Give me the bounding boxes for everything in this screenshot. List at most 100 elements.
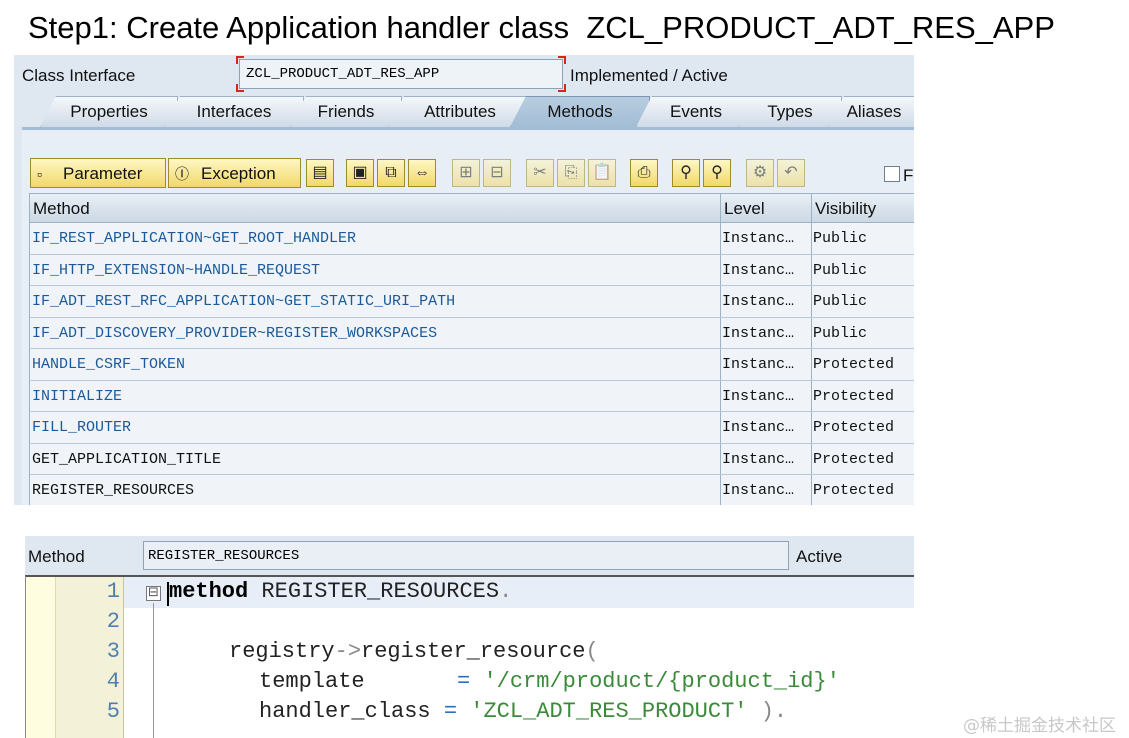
method-name[interactable]: HANDLE_CSRF_TOKEN <box>32 356 185 373</box>
method-name[interactable]: IF_ADT_DISCOVERY_PROVIDER~REGISTER_WORKS… <box>32 325 437 342</box>
method-name[interactable]: IF_ADT_REST_RFC_APPLICATION~GET_STATIC_U… <box>32 293 455 310</box>
column-divider <box>811 380 812 411</box>
column-divider <box>720 194 721 222</box>
method-name-field[interactable]: REGISTER_RESOURCES <box>143 541 789 570</box>
handler-class-string: 'ZCL_ADT_RES_PRODUCT' <box>470 699 748 724</box>
highlight-corner <box>236 56 244 64</box>
method-name[interactable]: IF_HTTP_EXTENSION~HANDLE_REQUEST <box>32 262 320 279</box>
tab-interfaces[interactable]: Interfaces <box>164 96 304 127</box>
table-row[interactable]: REGISTER_RESOURCES Instanc… Protected <box>30 475 914 505</box>
paste-icon[interactable]: 📋 <box>588 159 616 187</box>
display-object-icon[interactable]: ▣ <box>346 159 374 187</box>
insert-row-icon[interactable]: ⊞ <box>452 159 480 187</box>
tab-types[interactable]: Types <box>738 96 842 127</box>
code-editor[interactable]: 1 2 3 4 5 ⊟ method REGISTER_RESOURCES. r… <box>25 575 914 738</box>
find-icon[interactable]: ⚲ <box>672 159 700 187</box>
tab-friends[interactable]: Friends <box>290 96 402 127</box>
column-header-method[interactable]: Method <box>33 199 90 219</box>
collapse-block-icon[interactable]: ⊟ <box>146 586 161 601</box>
keyword-method: method <box>169 579 249 604</box>
close-paren: ). <box>747 699 788 724</box>
table-row[interactable]: INITIALIZE Instanc… Protected <box>30 380 914 412</box>
column-divider <box>720 254 721 285</box>
column-divider <box>720 223 721 254</box>
column-divider <box>811 349 812 380</box>
method-visibility: Protected <box>813 450 895 468</box>
column-header-level[interactable]: Level <box>724 199 765 219</box>
method-visibility: Public <box>813 324 868 342</box>
filter-checkbox[interactable] <box>884 166 900 182</box>
navigate-icon[interactable]: ⇔ <box>408 159 436 187</box>
line-number: 4 <box>106 669 120 694</box>
column-header-visibility[interactable]: Visibility <box>815 199 876 219</box>
code-line-5: handler_class = 'ZCL_ADT_RES_PRODUCT' ). <box>259 699 787 724</box>
tab-methods[interactable]: Methods <box>510 96 650 127</box>
class-interface-label: Class Interface <box>22 66 136 85</box>
object-reference: registry <box>229 639 335 664</box>
column-divider <box>811 223 812 254</box>
highlight-corner <box>558 56 566 64</box>
method-level: Instanc… <box>722 293 795 310</box>
find-next-icon[interactable]: ⚲ <box>703 159 731 187</box>
table-header: Method Level Visibility <box>30 193 914 223</box>
line-number: 2 <box>106 609 120 634</box>
delete-row-icon[interactable]: ⊟ <box>483 159 511 187</box>
table-row[interactable]: IF_REST_APPLICATION~GET_ROOT_HANDLER Ins… <box>30 223 914 255</box>
column-divider <box>811 443 812 474</box>
column-divider <box>811 412 812 443</box>
column-divider <box>720 412 721 443</box>
column-divider <box>720 475 721 505</box>
method-level: Instanc… <box>722 230 795 247</box>
method-name[interactable]: FILL_ROUTER <box>32 419 131 436</box>
class-interface-field[interactable]: ZCL_PRODUCT_ADT_RES_APP <box>236 56 566 92</box>
method-level: Instanc… <box>722 450 795 468</box>
method-status: Active <box>796 547 843 566</box>
line-number: 1 <box>106 579 120 604</box>
exception-button[interactable]: Ⓘ Exception <box>168 158 301 188</box>
exception-label: Exception <box>201 164 276 183</box>
parameter-handler-class: handler_class <box>259 699 444 724</box>
method-name[interactable]: INITIALIZE <box>32 388 122 405</box>
method-level: Instanc… <box>722 356 795 373</box>
table-row[interactable]: IF_ADT_DISCOVERY_PROVIDER~REGISTER_WORKS… <box>30 317 914 349</box>
table-row[interactable]: IF_ADT_REST_RFC_APPLICATION~GET_STATIC_U… <box>30 286 914 318</box>
cut-icon[interactable]: ✂ <box>526 159 554 187</box>
method-name[interactable]: REGISTER_RESOURCES <box>32 482 194 499</box>
method-level: Instanc… <box>722 324 795 342</box>
table-row[interactable]: HANDLE_CSRF_TOKEN Instanc… Protected <box>30 349 914 381</box>
method-level: Instanc… <box>722 261 795 279</box>
source-code-icon[interactable]: ▤ <box>306 159 334 187</box>
redefine-icon[interactable]: ⚙ <box>746 159 774 187</box>
undo-redefine-icon[interactable]: ↶ <box>777 159 805 187</box>
column-divider <box>811 286 812 317</box>
editor-margin <box>26 577 56 738</box>
highlight-corner <box>236 84 244 92</box>
exception-icon: Ⓘ <box>175 166 189 182</box>
copy-icon[interactable]: ⎘ <box>557 159 585 187</box>
open-paren: ( <box>585 639 599 664</box>
arrow-operator: -> <box>334 639 362 664</box>
line-number: 3 <box>106 639 120 664</box>
template-string: '/crm/product/{product_id}' <box>483 669 840 694</box>
tab-properties[interactable]: Properties <box>40 96 178 127</box>
parameter-button[interactable]: ▫ Parameter <box>30 158 166 188</box>
watermark: @稀土掘金技术社区 <box>963 716 1116 736</box>
tab-events[interactable]: Events <box>636 96 756 127</box>
copy-object-icon[interactable]: ⧉ <box>377 159 405 187</box>
highlight-corner <box>558 84 566 92</box>
methods-table: Method Level Visibility IF_REST_APPLICAT… <box>29 193 914 505</box>
table-row[interactable]: GET_APPLICATION_TITLE Instanc… Protected <box>30 443 914 475</box>
column-divider <box>720 380 721 411</box>
table-row[interactable]: IF_HTTP_EXTENSION~HANDLE_REQUEST Instanc… <box>30 254 914 286</box>
method-name[interactable]: IF_REST_APPLICATION~GET_ROOT_HANDLER <box>32 230 356 247</box>
method-name[interactable]: GET_APPLICATION_TITLE <box>32 451 221 468</box>
method-label: Method <box>28 547 85 566</box>
parameter-template: template <box>259 669 458 694</box>
print-icon[interactable]: ⎙ <box>630 159 658 187</box>
method-visibility: Public <box>813 293 868 310</box>
tab-attributes[interactable]: Attributes <box>388 96 532 127</box>
tab-strip: Properties Interfaces Friends Attributes… <box>22 96 914 127</box>
column-divider <box>811 254 812 285</box>
table-row[interactable]: FILL_ROUTER Instanc… Protected <box>30 412 914 444</box>
method-identifier: REGISTER_RESOURCES <box>248 579 500 604</box>
